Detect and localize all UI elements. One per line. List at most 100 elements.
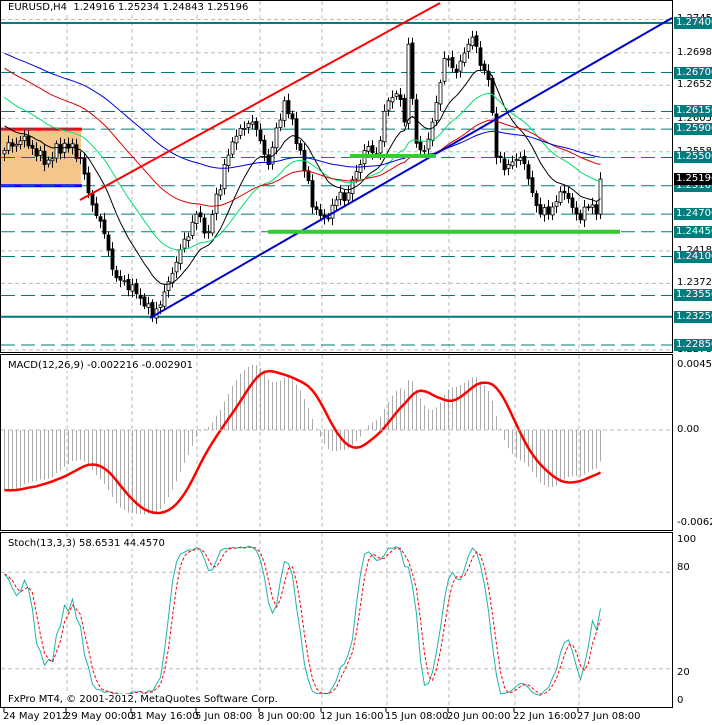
close-price: 1.25196 (207, 2, 249, 13)
current-price-tag: 1.25196 (674, 172, 712, 185)
time-label: 24 May 2012 (3, 711, 69, 722)
candle-body (518, 157, 523, 161)
candle-body (126, 279, 131, 291)
time-label: 27 Jun 08:00 (577, 711, 641, 722)
candle-body (254, 120, 259, 130)
candle-body (86, 172, 91, 194)
candle-body (418, 141, 423, 151)
candle-body (394, 93, 399, 97)
candle-body (118, 276, 123, 281)
candle-body (46, 159, 51, 165)
candle-body (194, 213, 199, 224)
time-label: 29 May 00:00 (65, 711, 134, 722)
candle-body (26, 136, 31, 147)
macd-histogram (4, 364, 601, 515)
candle-body (198, 212, 203, 218)
candle-body (190, 221, 195, 236)
candle-body (278, 119, 283, 128)
price-axis-label: 1.26520 (677, 79, 712, 91)
candle-body (474, 35, 479, 47)
candle-body (178, 249, 183, 264)
candle-body (78, 157, 83, 159)
candle-body (398, 94, 403, 100)
candle-body (34, 148, 39, 157)
candle-body (314, 206, 319, 210)
candle-body (350, 179, 355, 194)
level-price-tag: 1.22850 (674, 339, 712, 351)
candle-body (526, 164, 531, 180)
candle-body (130, 284, 135, 292)
candle-body (458, 60, 463, 72)
level-price-tag: 1.26150 (674, 105, 712, 118)
level-price-tag: 1.24450 (674, 225, 712, 238)
macd-signal-line (4, 369, 602, 515)
copyright: FxPro MT4, © 2001-2012, MetaQuotes Softw… (6, 694, 280, 705)
level-price-tag: 1.23550 (674, 289, 712, 302)
candle-body (42, 150, 47, 165)
candle-body (30, 145, 35, 149)
symbol-header: EURUSD,H4 1.24916 1.25234 1.24843 1.2519… (6, 2, 251, 13)
candle-body (146, 303, 151, 308)
candle-body (530, 177, 535, 193)
candle-body (574, 207, 579, 215)
candle-body (58, 144, 63, 154)
candle-body (266, 154, 271, 165)
stoch-axis-label: 20 (677, 667, 690, 678)
candle-body (318, 209, 323, 216)
candle-body (410, 42, 415, 99)
candle-body (562, 190, 567, 194)
stoch-title: Stoch(13,3,3) 58.6531 44.4570 (6, 538, 167, 549)
candle-body (226, 154, 231, 166)
moving-average-line (4, 92, 601, 251)
open-price: 1.24916 (73, 2, 115, 13)
candle-body (570, 197, 575, 208)
candle-body (514, 158, 519, 162)
candle-body (390, 97, 395, 103)
stoch-axis-label: 0 (677, 695, 684, 706)
candle-body (338, 191, 343, 200)
level-price-tag: 1.23250 (674, 310, 712, 323)
candle-body (274, 127, 279, 149)
candle-body (174, 261, 179, 273)
candle-body (2, 149, 7, 155)
candle-body (122, 280, 127, 283)
candle-body (54, 143, 59, 159)
time-label: 20 Jun 00:00 (447, 711, 511, 722)
candle-body (22, 135, 27, 141)
candle-body (358, 164, 363, 173)
candle-body (142, 296, 147, 307)
candle-body (202, 217, 207, 234)
candle-body (238, 127, 243, 136)
candle-body (6, 142, 11, 151)
candle-body (110, 248, 115, 270)
candle-body (406, 43, 411, 124)
candle-body (10, 142, 15, 147)
candle-body (386, 100, 391, 111)
candle-body (14, 143, 19, 147)
stoch-signal-line (4, 546, 601, 696)
candle-body (18, 140, 23, 146)
candle-body (506, 164, 511, 169)
candle-body (294, 118, 299, 145)
price-axis-label: 1.26980 (677, 46, 712, 58)
candle-body (242, 127, 247, 130)
candle-body (538, 204, 543, 215)
candle-body (234, 135, 239, 144)
candle-body (166, 281, 171, 291)
candle-body (186, 236, 191, 241)
candle-body (134, 283, 139, 295)
candle-body (542, 207, 547, 216)
time-label: 22 Jun 16:00 (513, 711, 577, 722)
candle-body (466, 43, 471, 53)
moving-average-line (4, 69, 601, 286)
candle-body (554, 201, 559, 207)
candle-body (590, 204, 595, 208)
candle-body (282, 100, 287, 121)
candle-body (582, 206, 587, 221)
time-label: 8 Jun 00:00 (258, 711, 316, 722)
candle-body (586, 206, 591, 209)
candle-body (138, 294, 143, 299)
time-label: 31 May 16:00 (130, 711, 199, 722)
candle-body (450, 57, 455, 69)
candle-body (366, 146, 371, 152)
